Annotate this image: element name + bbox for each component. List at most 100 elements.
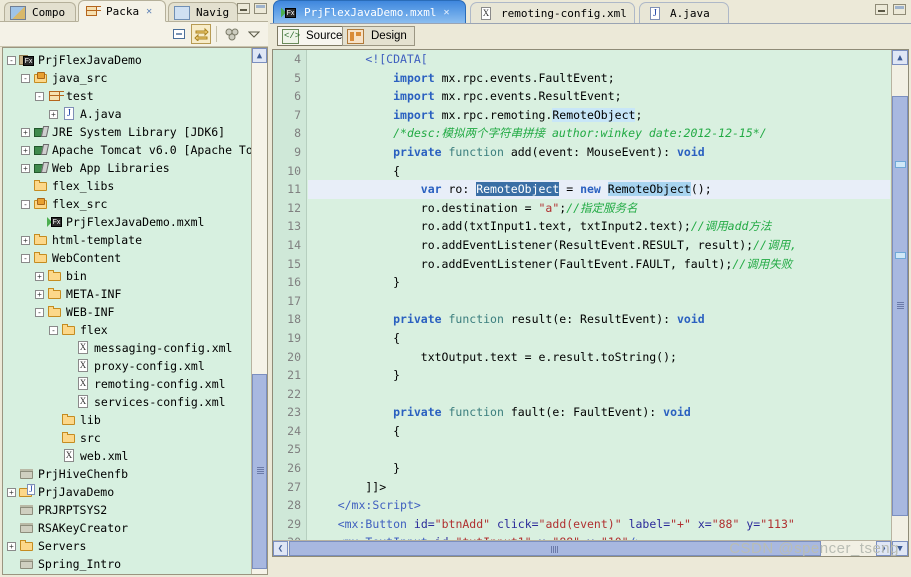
- code-line[interactable]: }: [308, 366, 890, 385]
- code-line[interactable]: ro.destination = "a";//指定服务名: [308, 199, 890, 218]
- maximize-icon[interactable]: [254, 3, 267, 14]
- code-line[interactable]: /*desc:模拟两个字符串拼接 author:winkey date:2012…: [308, 124, 890, 143]
- editor-horizontal-scrollbar[interactable]: ❮ ❯: [273, 540, 891, 556]
- tree-item[interactable]: - flex_src: [3, 195, 251, 213]
- scroll-down-arrow-icon[interactable]: ▼: [892, 541, 908, 556]
- tree-expand-icon[interactable]: +: [21, 163, 30, 173]
- tree-item[interactable]: + A.java: [3, 105, 251, 123]
- tree-collapse-icon[interactable]: -: [7, 55, 16, 65]
- code-editor[interactable]: 4 5 6 7 8 9 10 11 12 13 14 15 16 17 18 19 20 21 22 23 24 25 26…: [272, 49, 909, 557]
- editor-tab-remoting-config-xml[interactable]: remoting-config.xml: [470, 2, 635, 24]
- code-line[interactable]: [308, 440, 890, 459]
- scroll-up-arrow-icon[interactable]: ▲: [252, 48, 267, 63]
- close-icon[interactable]: ✕: [146, 6, 152, 17]
- code-line[interactable]: [308, 292, 890, 311]
- code-text-area[interactable]: <![CDATA[ import mx.rpc.events.FaultEven…: [308, 50, 890, 556]
- annotation-marker[interactable]: [895, 252, 906, 260]
- view-tab-navig[interactable]: Navig: [168, 2, 238, 22]
- collapse-all-icon[interactable]: [169, 24, 189, 44]
- tree-item[interactable]: src: [3, 429, 251, 447]
- code-line[interactable]: private function result(e: ResultEvent):…: [308, 310, 890, 329]
- tree-item[interactable]: + bin: [3, 267, 251, 285]
- scroll-left-arrow-icon[interactable]: ❮: [273, 541, 288, 556]
- tree-item[interactable]: PrjHiveChenfb: [3, 465, 251, 483]
- code-line[interactable]: }: [308, 459, 890, 478]
- tree-item[interactable]: - test: [3, 87, 251, 105]
- tree-item[interactable]: remoting-config.xml: [3, 375, 251, 393]
- tree-collapse-icon[interactable]: -: [21, 73, 30, 83]
- view-tab-packa[interactable]: Packa ✕: [78, 0, 166, 22]
- tree-item[interactable]: - WebContent: [3, 249, 251, 267]
- view-menu-dots-icon[interactable]: [222, 24, 242, 44]
- tree-item[interactable]: web.xml: [3, 447, 251, 465]
- code-line[interactable]: import mx.rpc.events.ResultEvent;: [308, 87, 890, 106]
- tree-item[interactable]: - PrjFlexJavaDemo: [3, 51, 251, 69]
- tree-expand-icon[interactable]: +: [35, 289, 44, 299]
- view-menu-chevron-icon[interactable]: [244, 24, 264, 44]
- code-line[interactable]: ro.addEventListener(ResultEvent.RESULT, …: [308, 236, 890, 255]
- tree-collapse-icon[interactable]: -: [21, 199, 30, 209]
- code-line[interactable]: {: [308, 422, 890, 441]
- scroll-up-arrow-icon[interactable]: ▲: [892, 50, 908, 65]
- link-with-editor-icon[interactable]: [191, 24, 211, 44]
- view-tab-compo[interactable]: Compo: [4, 2, 76, 22]
- tree-item[interactable]: lib: [3, 411, 251, 429]
- editor-tab-prjflexjavademo-mxml[interactable]: PrjFlexJavaDemo.mxml ✕: [273, 0, 466, 24]
- tree-item[interactable]: - flex: [3, 321, 251, 339]
- tree-item[interactable]: + Web App Libraries: [3, 159, 251, 177]
- tree-expand-icon[interactable]: +: [35, 271, 44, 281]
- design-mode-button[interactable]: Design: [342, 26, 415, 46]
- close-icon[interactable]: ✕: [443, 7, 449, 18]
- code-line[interactable]: txtOutput.text = e.result.toString();: [308, 348, 890, 367]
- tree-item[interactable]: + JRE System Library [JDK6]: [3, 123, 251, 141]
- minimize-icon[interactable]: [875, 4, 888, 15]
- code-line[interactable]: <mx:Button id="btnAdd" click="add(event)…: [308, 515, 890, 534]
- tree-collapse-icon[interactable]: -: [49, 325, 58, 335]
- tree-item[interactable]: - WEB-INF: [3, 303, 251, 321]
- tree-item[interactable]: - java_src: [3, 69, 251, 87]
- code-line[interactable]: import mx.rpc.events.FaultEvent;: [308, 69, 890, 88]
- tree-item[interactable]: flex_libs: [3, 177, 251, 195]
- tree-item[interactable]: services-config.xml: [3, 393, 251, 411]
- tree-item[interactable]: + Apache Tomcat v6.0 [Apache Tomc: [3, 141, 267, 159]
- tree-item[interactable]: + Servers: [3, 537, 251, 555]
- minimize-icon[interactable]: [237, 3, 250, 14]
- tree-item[interactable]: PRJRPTSYS2: [3, 501, 251, 519]
- tree-expand-icon[interactable]: +: [7, 487, 16, 497]
- editor-vertical-scrollbar[interactable]: ▲ ▼: [891, 50, 908, 556]
- tree-item[interactable]: + PrjJavaDemo: [3, 483, 251, 501]
- code-line[interactable]: </mx:Script>: [308, 496, 890, 515]
- code-line[interactable]: private function add(event: MouseEvent):…: [308, 143, 890, 162]
- tree-item[interactable]: PrjFlexJavaDemo.mxml: [3, 213, 251, 231]
- code-line[interactable]: [308, 385, 890, 404]
- tree-collapse-icon[interactable]: -: [21, 253, 30, 263]
- tree-item[interactable]: RSAKeyCreator: [3, 519, 251, 537]
- code-line[interactable]: {: [308, 162, 890, 181]
- scrollbar-thumb[interactable]: [892, 95, 908, 516]
- code-line[interactable]: private function fault(e: FaultEvent): v…: [308, 403, 890, 422]
- code-line[interactable]: }: [308, 273, 890, 292]
- tree-expand-icon[interactable]: +: [21, 235, 30, 245]
- tree-item[interactable]: Spring_Intro: [3, 555, 251, 573]
- tree-collapse-icon[interactable]: -: [35, 91, 44, 101]
- code-line[interactable]: {: [308, 329, 890, 348]
- scrollbar-thumb[interactable]: [289, 541, 821, 556]
- tree-expand-icon[interactable]: +: [7, 541, 16, 551]
- code-line[interactable]: var ro: RemoteObject = new RemoteObject(…: [308, 180, 890, 199]
- tree-item[interactable]: + html-template: [3, 231, 251, 249]
- tree-vertical-scrollbar[interactable]: ▲: [251, 48, 267, 574]
- scroll-right-arrow-icon[interactable]: ❯: [876, 541, 891, 556]
- annotation-marker[interactable]: [895, 161, 906, 169]
- tree-expand-icon[interactable]: +: [21, 127, 30, 137]
- code-line[interactable]: <![CDATA[: [308, 50, 890, 69]
- project-tree[interactable]: -PrjFlexJavaDemo-java_src-test+A.java+JR…: [3, 48, 267, 574]
- tree-item[interactable]: proxy-config.xml: [3, 357, 251, 375]
- maximize-icon[interactable]: [893, 4, 906, 15]
- tree-collapse-icon[interactable]: -: [35, 307, 44, 317]
- code-line[interactable]: import mx.rpc.remoting.RemoteObject;: [308, 106, 890, 125]
- tree-expand-icon[interactable]: +: [21, 145, 30, 155]
- code-line[interactable]: ro.addEventListener(FaultEvent.FAULT, fa…: [308, 255, 890, 274]
- scrollbar-thumb[interactable]: [252, 374, 267, 569]
- tree-item[interactable]: + META-INF: [3, 285, 251, 303]
- tree-expand-icon[interactable]: +: [49, 109, 58, 119]
